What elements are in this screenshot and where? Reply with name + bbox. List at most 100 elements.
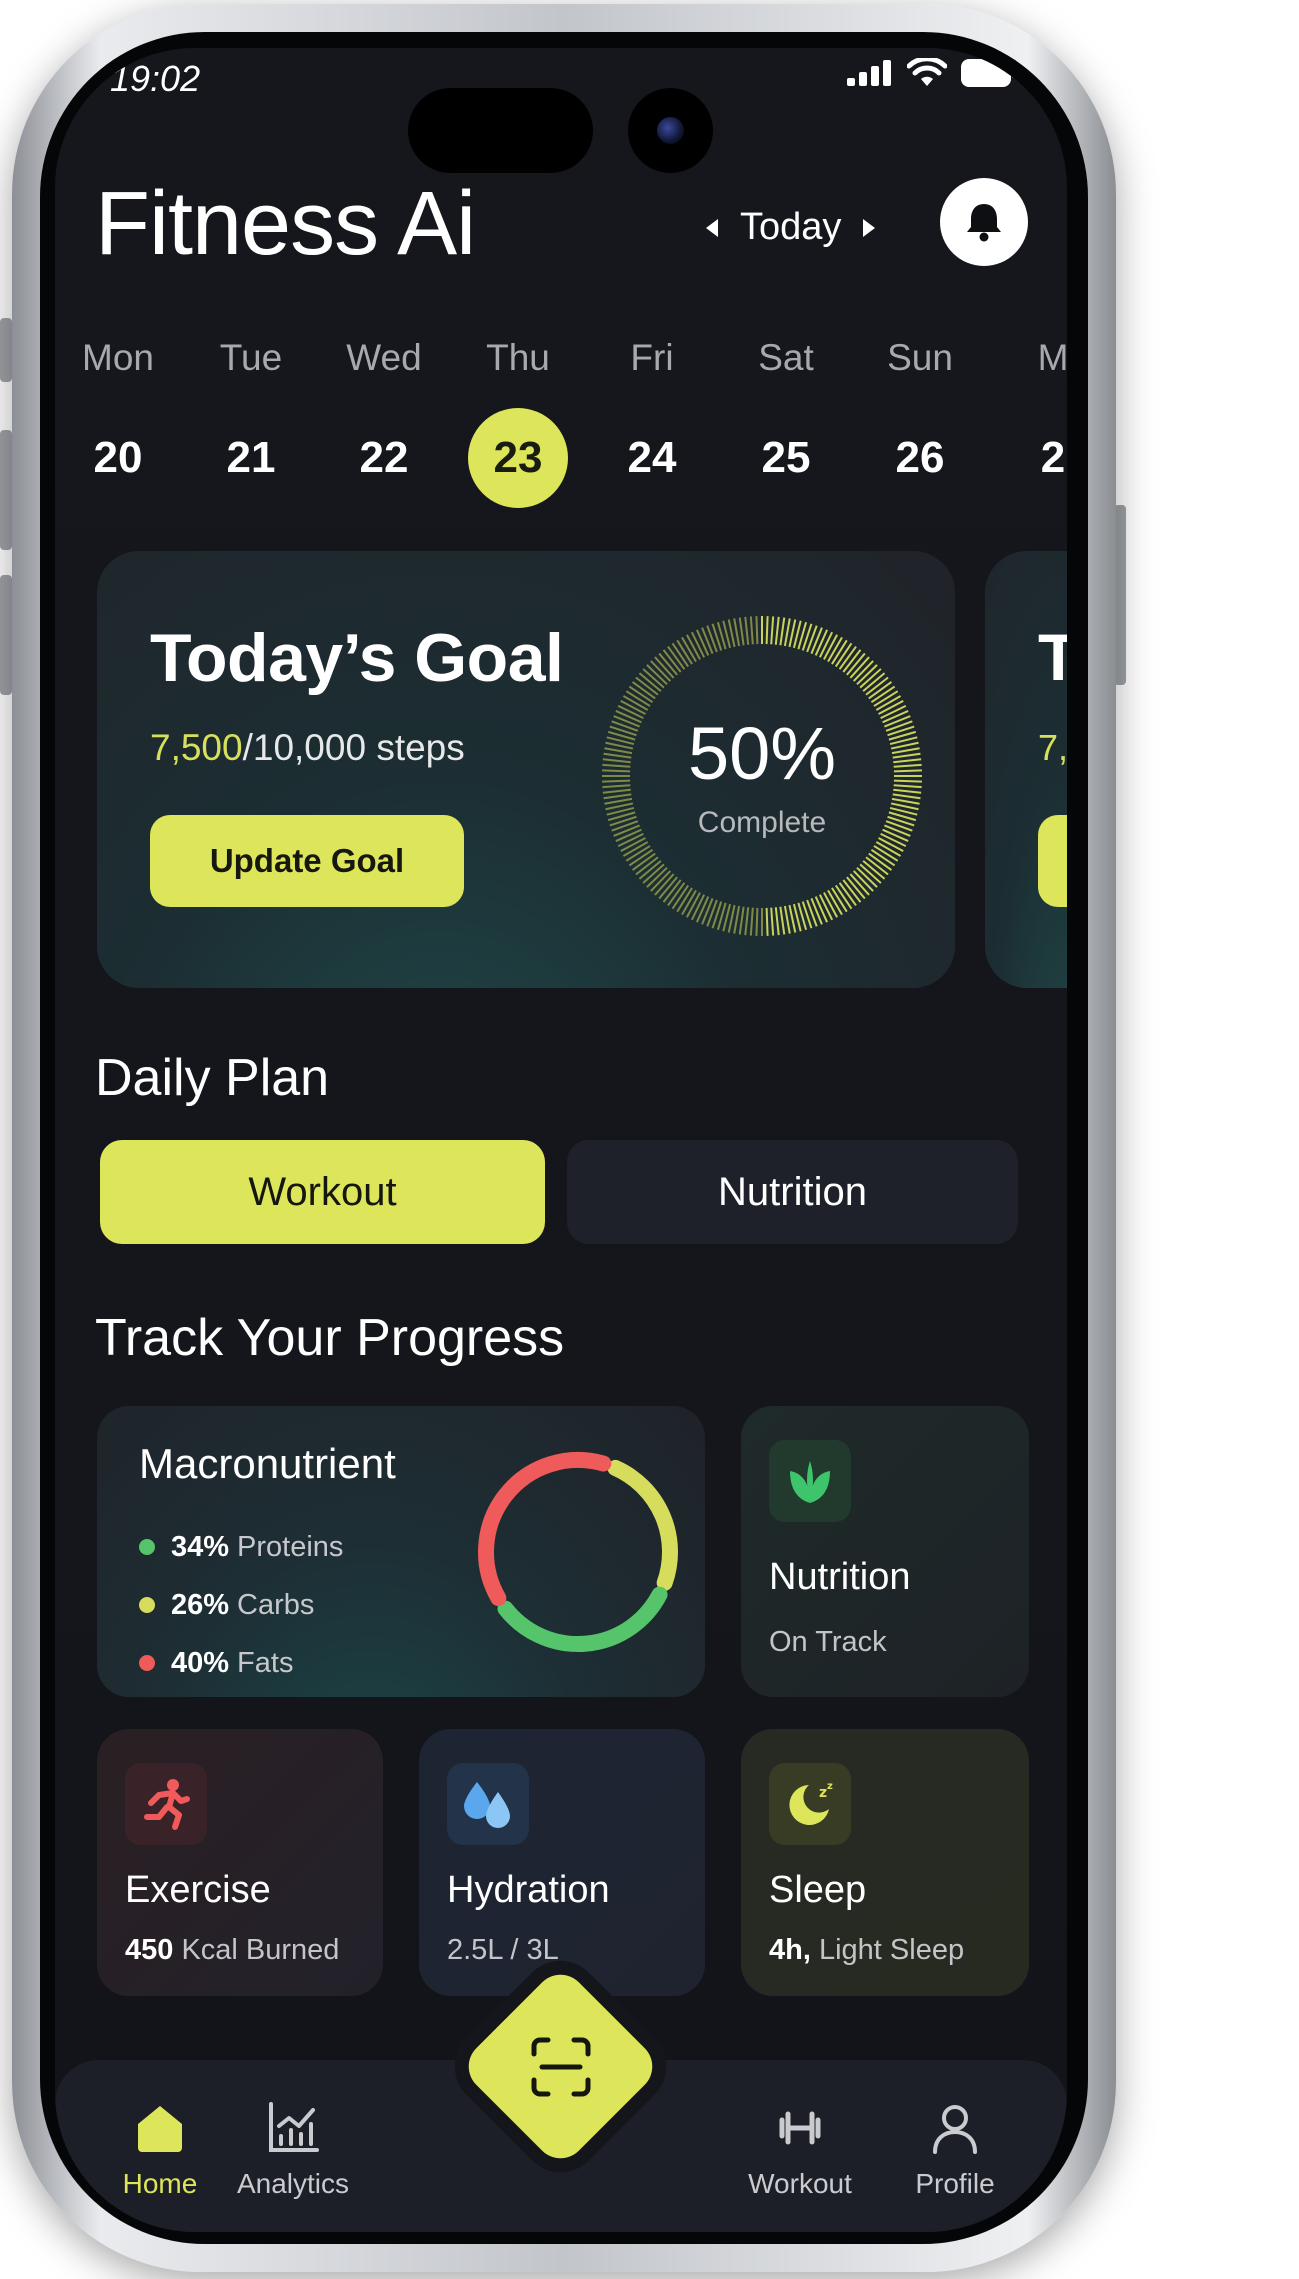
tab-workout[interactable]: Workout xyxy=(100,1140,545,1244)
proteins-pct: 34% xyxy=(171,1530,230,1563)
sleep-icon-box: z z xyxy=(769,1763,851,1845)
goal-ring-tick xyxy=(774,616,780,645)
date-selector[interactable]: Today xyxy=(706,206,876,249)
day-fri[interactable]: Fri 24 xyxy=(592,333,712,508)
nav-home[interactable]: Home xyxy=(85,2100,235,2200)
goal-ring-tick xyxy=(779,617,786,646)
sleep-status: 4h, Light Sleep xyxy=(769,1934,964,1967)
exercise-status: 450 Kcal Burned xyxy=(125,1934,339,1967)
nutrition-card[interactable]: Nutrition On Track xyxy=(741,1406,1029,1697)
goal-ring-tick xyxy=(701,627,714,654)
goal-ring-tick xyxy=(765,907,769,936)
macro-item-carbs: 26% Carbs xyxy=(139,1576,343,1634)
notifications-button[interactable] xyxy=(940,178,1028,266)
nav-workout-label: Workout xyxy=(748,2168,852,2199)
fats-dot xyxy=(139,1655,155,1671)
day-thu-selected[interactable]: Thu 23 xyxy=(458,333,578,508)
goal-ring-tick xyxy=(749,907,754,936)
goal-ring-tick xyxy=(810,898,823,925)
proteins-dot xyxy=(139,1539,155,1555)
day-tue[interactable]: Tue 21 xyxy=(191,333,311,508)
exercise-card[interactable]: Exercise 450 Kcal Burned xyxy=(97,1729,383,1996)
tab-nutrition[interactable]: Nutrition xyxy=(567,1140,1018,1244)
macro-segment-fats xyxy=(478,1452,612,1606)
day-name: Mon xyxy=(82,337,154,378)
exercise-icon-box xyxy=(125,1763,207,1845)
day-name: Tue xyxy=(219,337,283,378)
goal-ring-tick xyxy=(696,896,710,923)
goal-ring-tick xyxy=(814,629,828,656)
nav-profile-label: Profile xyxy=(915,2168,995,2199)
dumbbell-icon xyxy=(779,2111,821,2145)
day-number: 25 xyxy=(761,433,811,482)
goal-ring-tick xyxy=(738,906,745,935)
day-number: 21 xyxy=(226,433,276,482)
day-sat[interactable]: Sat 25 xyxy=(726,333,846,508)
hydration-title: Hydration xyxy=(447,1869,610,1911)
goal-ring-tick xyxy=(696,629,710,656)
peek-card-button[interactable] xyxy=(1038,815,1067,907)
goal-ring-tick xyxy=(783,618,791,647)
next-day-icon[interactable] xyxy=(863,218,876,237)
day-wed[interactable]: Wed 22 xyxy=(324,333,444,508)
goal-ring-tick xyxy=(774,907,780,936)
nav-home-label: Home xyxy=(122,2168,198,2199)
goal-ring-tick xyxy=(744,616,750,645)
goal-percent: 50% xyxy=(687,712,837,795)
day-sun[interactable]: Sun 26 xyxy=(860,333,980,508)
app-screen: 19:02 Fitness Ai Today Mon 20 Tue 21 Wed… xyxy=(55,48,1067,2232)
nav-profile[interactable]: Profile xyxy=(880,2100,1030,2200)
day-mon[interactable]: Mon 20 xyxy=(58,333,178,508)
leaf-icon xyxy=(790,1461,830,1503)
hydration-icon-box xyxy=(447,1763,529,1845)
carbs-dot xyxy=(139,1597,155,1613)
goal-ring-tick xyxy=(891,797,920,805)
volume-down-button xyxy=(0,575,12,695)
bell-icon xyxy=(967,204,1001,242)
macronutrient-card[interactable]: Macronutrient 34% Proteins 26% Carbs 40%… xyxy=(97,1406,705,1697)
goal-ring-tick xyxy=(733,618,741,647)
volume-up-button xyxy=(0,430,12,550)
next-goal-card-peek[interactable]: T 7, xyxy=(985,551,1067,988)
battery-icon xyxy=(961,59,1016,87)
goal-steps: 7,500/10,000 steps xyxy=(150,727,465,769)
goal-complete-label: Complete xyxy=(697,806,827,839)
goal-ring-tick xyxy=(733,905,741,934)
todays-goal-card[interactable]: Today’s Goal 7,500/10,000 steps Update G… xyxy=(97,551,955,988)
nutrition-status: On Track xyxy=(769,1626,887,1658)
update-goal-button[interactable]: Update Goal xyxy=(150,815,464,907)
goal-ring-tick xyxy=(814,896,828,923)
app-title: Fitness Ai xyxy=(95,174,476,274)
nav-analytics[interactable]: Analytics xyxy=(218,2100,368,2200)
macronutrient-title: Macronutrient xyxy=(139,1440,396,1487)
goal-title: Today’s Goal xyxy=(150,620,564,696)
day-name: Thu xyxy=(486,337,550,378)
steps-current: 7,500 xyxy=(150,727,243,768)
goal-ring-tick xyxy=(755,907,759,936)
nav-workout[interactable]: Workout xyxy=(725,2100,875,2200)
day-next-partial[interactable]: M 2 xyxy=(993,333,1067,508)
goal-ring-tick xyxy=(770,907,775,936)
droplets-icon xyxy=(464,1782,510,1828)
daily-plan-title: Daily Plan xyxy=(95,1049,330,1107)
scan-icon[interactable] xyxy=(528,2034,594,2100)
status-icons xyxy=(847,58,1017,88)
steps-total: /10,000 steps xyxy=(242,727,465,768)
svg-text:z: z xyxy=(827,1781,833,1792)
profile-icon xyxy=(933,2105,977,2154)
goal-ring-tick xyxy=(755,616,759,645)
hydration-status: 2.5L / 3L xyxy=(447,1934,559,1966)
svg-text:z: z xyxy=(819,1785,827,1801)
macro-item-proteins: 34% Proteins xyxy=(139,1518,343,1576)
macro-item-fats: 40% Fats xyxy=(139,1634,343,1692)
macro-segment-proteins xyxy=(497,1586,668,1652)
nutrition-icon-box xyxy=(769,1440,851,1522)
goal-ring-tick xyxy=(765,616,769,645)
week-strip: Mon 20 Tue 21 Wed 22 Thu 23 Fri 24 Sat 2… xyxy=(55,333,1067,508)
day-name: Wed xyxy=(346,337,422,378)
goal-ring-tick xyxy=(783,905,791,934)
previous-day-icon[interactable] xyxy=(706,218,718,237)
macronutrient-donut xyxy=(478,1452,678,1652)
sleep-card[interactable]: z z Sleep 4h, Light Sleep xyxy=(741,1729,1029,1996)
hydration-card[interactable]: Hydration 2.5L / 3L xyxy=(419,1729,705,1996)
